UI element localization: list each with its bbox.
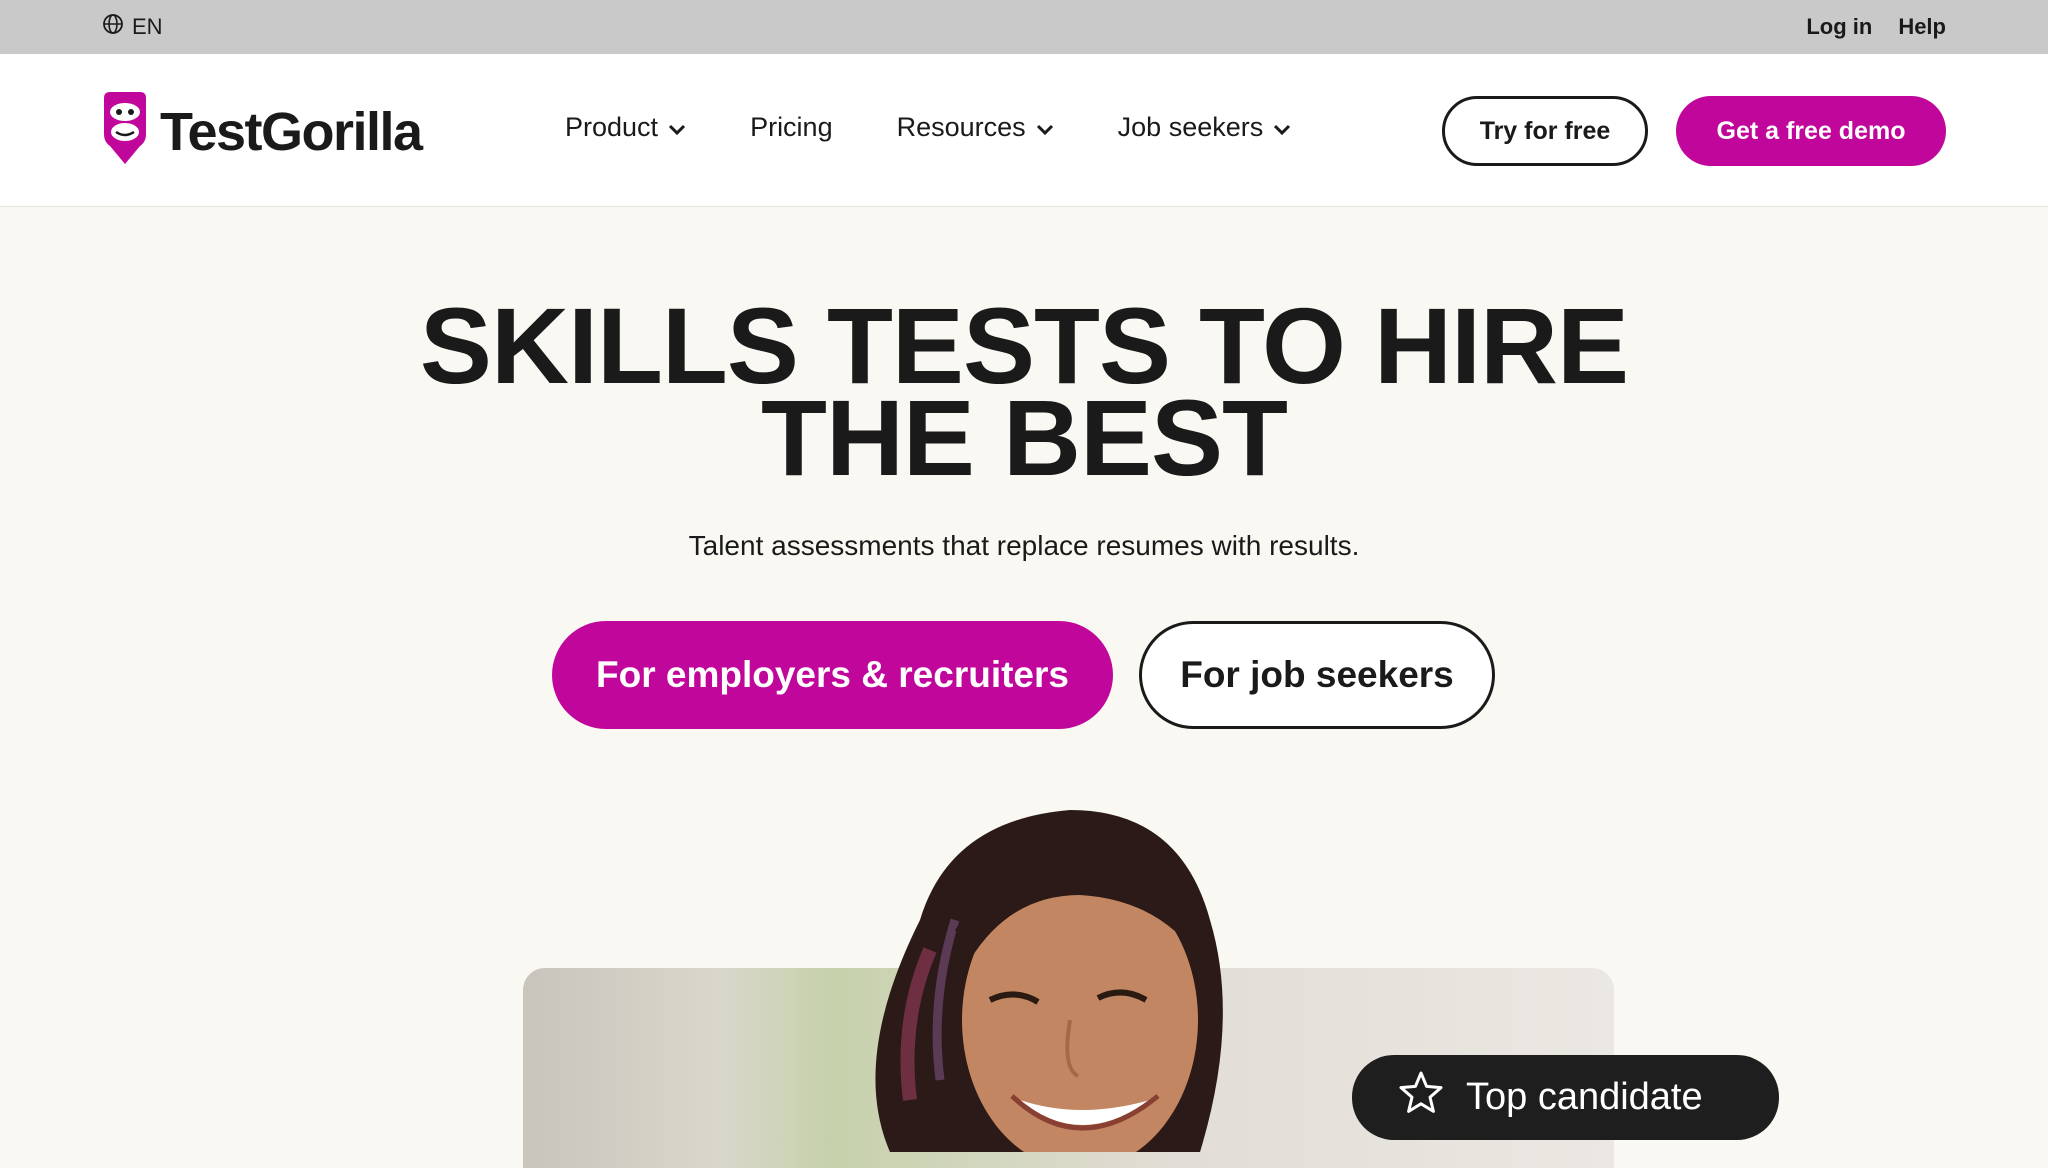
language-selector[interactable]: EN xyxy=(102,13,163,41)
star-icon xyxy=(1398,1070,1444,1126)
nav-item-label: Product xyxy=(565,112,659,142)
main-navigation: TestGorilla Product Pricing Resources Jo… xyxy=(0,54,2048,207)
nav-item-resources[interactable]: Resources xyxy=(897,112,1054,143)
hero-title: SKILLS TESTS TO HIRE THE BEST xyxy=(0,292,2048,492)
brand-logo[interactable]: TestGorilla xyxy=(100,90,423,173)
badge-label: Top candidate xyxy=(1466,1076,1703,1118)
job-seekers-button[interactable]: For job seekers xyxy=(1139,621,1495,729)
hero-subtitle: Talent assessments that replace resumes … xyxy=(688,530,1360,561)
employers-recruiters-button[interactable]: For employers & recruiters xyxy=(552,621,1113,729)
globe-icon xyxy=(102,13,124,41)
nav-item-job-seekers[interactable]: Job seekers xyxy=(1118,112,1292,143)
help-link[interactable]: Help xyxy=(1898,14,1946,40)
login-link[interactable]: Log in xyxy=(1806,14,1872,40)
chevron-down-icon xyxy=(1273,112,1291,143)
nav-item-pricing[interactable]: Pricing xyxy=(750,112,833,143)
get-free-demo-button[interactable]: Get a free demo xyxy=(1676,96,1946,166)
hero-cta-group: For employers & recruiters For job seeke… xyxy=(552,621,1495,729)
language-label: EN xyxy=(132,14,163,39)
top-candidate-badge: Top candidate xyxy=(1352,1055,1779,1140)
nav-item-label: Resources xyxy=(896,112,1026,142)
gorilla-logo-icon xyxy=(100,90,150,173)
chevron-down-icon xyxy=(1036,112,1054,143)
try-for-free-button[interactable]: Try for free xyxy=(1442,96,1648,166)
nav-item-label: Pricing xyxy=(750,112,833,142)
smiling-woman-photo xyxy=(875,810,1223,1152)
nav-item-product[interactable]: Product xyxy=(565,112,686,143)
hero-title-line2: THE BEST xyxy=(760,377,1288,498)
chevron-down-icon xyxy=(668,112,686,143)
brand-name: TestGorilla xyxy=(160,101,423,162)
nav-menu: Product Pricing Resources Job seekers xyxy=(565,112,1291,143)
utility-bar: EN Log in Help xyxy=(0,0,2048,54)
nav-item-label: Job seekers xyxy=(1117,112,1264,142)
